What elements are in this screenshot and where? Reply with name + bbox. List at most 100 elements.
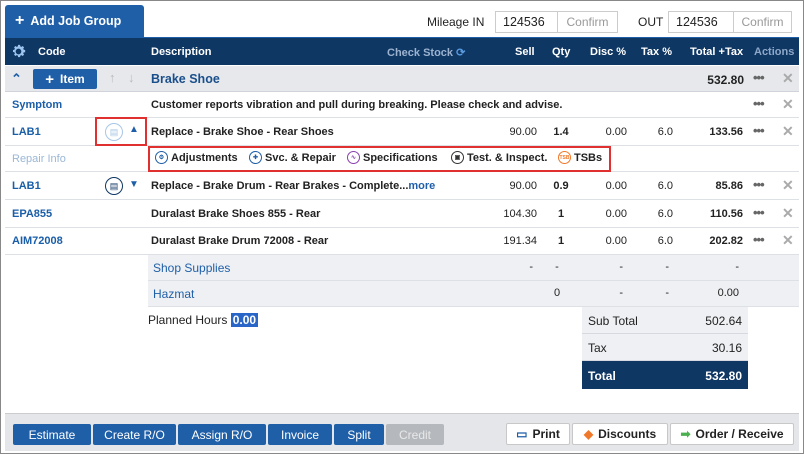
more-link[interactable]: more [408, 180, 435, 192]
line-sell[interactable]: 191.34 [495, 235, 537, 247]
table-header: Code Description Check Stock ⟳ Sell Qty … [5, 38, 799, 65]
symptom-delete-icon[interactable]: ✕ [782, 96, 794, 113]
line-total: 133.56 [709, 126, 743, 138]
printer-icon: ▭ [516, 427, 528, 441]
line-qty[interactable]: 0.9 [550, 180, 572, 192]
technician-icon[interactable]: ▤ [105, 177, 123, 195]
move-down-icon[interactable]: ↓ [128, 70, 135, 85]
line-disc[interactable]: 0.00 [585, 208, 627, 220]
confirm-mileage-out-button[interactable]: Confirm [734, 11, 792, 33]
line-code[interactable]: EPA855 [12, 208, 52, 220]
line-tax[interactable]: 6.0 [635, 126, 673, 138]
mileage-in-input[interactable]: 124536 [495, 11, 558, 33]
line-description[interactable]: Duralast Brake Shoes 855 - Rear [151, 208, 320, 220]
repair-info-label: Repair Info [12, 153, 66, 165]
symptom-code[interactable]: Symptom [12, 99, 62, 111]
tax-row: Tax 30.16 [582, 334, 748, 361]
line-delete-icon[interactable]: ✕ [782, 177, 794, 194]
line-qty[interactable]: 1 [550, 208, 572, 220]
check-stock-button[interactable]: Check Stock ⟳ [387, 46, 465, 59]
job-editor: + Add Job Group Mileage IN 124536 Confir… [0, 0, 804, 454]
highlight-repair-tabs [148, 146, 611, 172]
print-button[interactable]: ▭ Print [506, 423, 570, 445]
add-job-group-button[interactable]: + Add Job Group [5, 5, 144, 37]
line-code[interactable]: LAB1 [12, 180, 41, 192]
highlight-technician [95, 117, 147, 146]
line-description[interactable]: Replace - Brake Shoe - Rear Shoes [151, 126, 334, 138]
line-delete-icon[interactable]: ✕ [782, 205, 794, 222]
table-row[interactable]: EPA855 Duralast Brake Shoes 855 - Rear 1… [5, 201, 799, 228]
order-receive-label: Order / Receive [695, 427, 784, 441]
line-sell[interactable]: 90.00 [495, 126, 537, 138]
estimate-button[interactable]: Estimate [13, 424, 91, 445]
hazmat-qty: 0 [553, 287, 561, 299]
chevron-up-icon[interactable]: ⌃ [11, 71, 22, 87]
job-delete-icon[interactable]: ✕ [782, 70, 794, 87]
planned-hours-input[interactable]: 0.00 [230, 313, 259, 327]
move-up-icon[interactable]: ↑ [109, 70, 116, 85]
tax-value: 30.16 [711, 341, 742, 355]
credit-button[interactable]: Credit [386, 424, 444, 445]
subtotal-row: Sub Total 502.64 [582, 307, 748, 334]
line-more-icon[interactable]: ••• [753, 205, 765, 220]
discounts-label: Discounts [598, 427, 657, 441]
line-sell[interactable]: 104.30 [495, 208, 537, 220]
line-disc[interactable]: 0.00 [585, 235, 627, 247]
line-tax[interactable]: 6.0 [635, 180, 673, 192]
invoice-button[interactable]: Invoice [268, 424, 332, 445]
hazmat-row: Hazmat 0 - - 0.00 [148, 281, 799, 307]
add-item-label: Item [60, 72, 85, 86]
job-more-icon[interactable]: ••• [753, 70, 765, 85]
line-description[interactable]: Duralast Brake Drum 72008 - Rear [151, 235, 328, 247]
caret-down-icon[interactable]: ▼ [129, 179, 139, 190]
line-delete-icon[interactable]: ✕ [782, 232, 794, 249]
line-more-icon[interactable]: ••• [753, 123, 765, 138]
split-button[interactable]: Split [334, 424, 384, 445]
header-code: Code [38, 46, 66, 58]
hazmat-tax: - [665, 287, 669, 299]
line-tax[interactable]: 6.0 [635, 235, 673, 247]
table-row[interactable]: AIM72008 Duralast Brake Drum 72008 - Rea… [5, 229, 799, 255]
line-tax[interactable]: 6.0 [635, 208, 673, 220]
total-row: Total 532.80 [582, 361, 748, 389]
symptom-more-icon[interactable]: ••• [753, 96, 765, 111]
table-row[interactable]: LAB1 ▤ ▼ Replace - Brake Drum - Rear Bra… [5, 173, 799, 200]
header-qty: Qty [552, 46, 571, 58]
line-qty[interactable]: 1.4 [550, 126, 572, 138]
job-total: 532.80 [707, 73, 744, 87]
create-ro-button[interactable]: Create R/O [93, 424, 176, 445]
arrow-right-icon: ➡ [680, 427, 691, 441]
line-more-icon[interactable]: ••• [753, 232, 765, 247]
line-more-icon[interactable]: ••• [753, 177, 765, 192]
line-description-text: Replace - Brake Drum - Rear Brakes - Com… [151, 180, 409, 192]
order-receive-button[interactable]: ➡ Order / Receive [670, 423, 794, 445]
gear-icon[interactable] [10, 43, 27, 60]
mileage-out-input[interactable]: 124536 [668, 11, 734, 33]
job-row: ⌃ + Item ↑ ↓ Brake Shoe 532.80 ••• ✕ [5, 66, 799, 92]
line-description[interactable]: Replace - Brake Drum - Rear Brakes - Com… [151, 180, 435, 192]
header-sell: Sell [515, 46, 535, 58]
discounts-button[interactable]: ◆ Discounts [572, 423, 668, 445]
header-total: Total +Tax [690, 46, 744, 58]
line-total: 202.82 [709, 235, 743, 247]
add-item-button[interactable]: + Item [33, 69, 97, 89]
confirm-mileage-in-button[interactable]: Confirm [558, 11, 618, 33]
subtotal-value: 502.64 [705, 314, 742, 328]
total-label: Total [588, 369, 616, 383]
hazmat-disc: - [619, 287, 623, 299]
shop-supplies-link[interactable]: Shop Supplies [153, 261, 230, 275]
job-title[interactable]: Brake Shoe [151, 72, 220, 86]
line-delete-icon[interactable]: ✕ [782, 123, 794, 140]
line-sell[interactable]: 90.00 [495, 180, 537, 192]
planned-hours: Planned Hours 0.00 [148, 313, 259, 327]
line-qty[interactable]: 1 [550, 235, 572, 247]
print-label: Print [532, 427, 560, 441]
line-code[interactable]: AIM72008 [12, 235, 63, 247]
assign-ro-button[interactable]: Assign R/O [178, 424, 266, 445]
header-disc: Disc % [590, 46, 627, 58]
line-disc[interactable]: 0.00 [585, 180, 627, 192]
tag-icon: ◆ [583, 427, 594, 441]
line-code[interactable]: LAB1 [12, 126, 41, 138]
hazmat-link[interactable]: Hazmat [153, 287, 194, 301]
line-disc[interactable]: 0.00 [585, 126, 627, 138]
